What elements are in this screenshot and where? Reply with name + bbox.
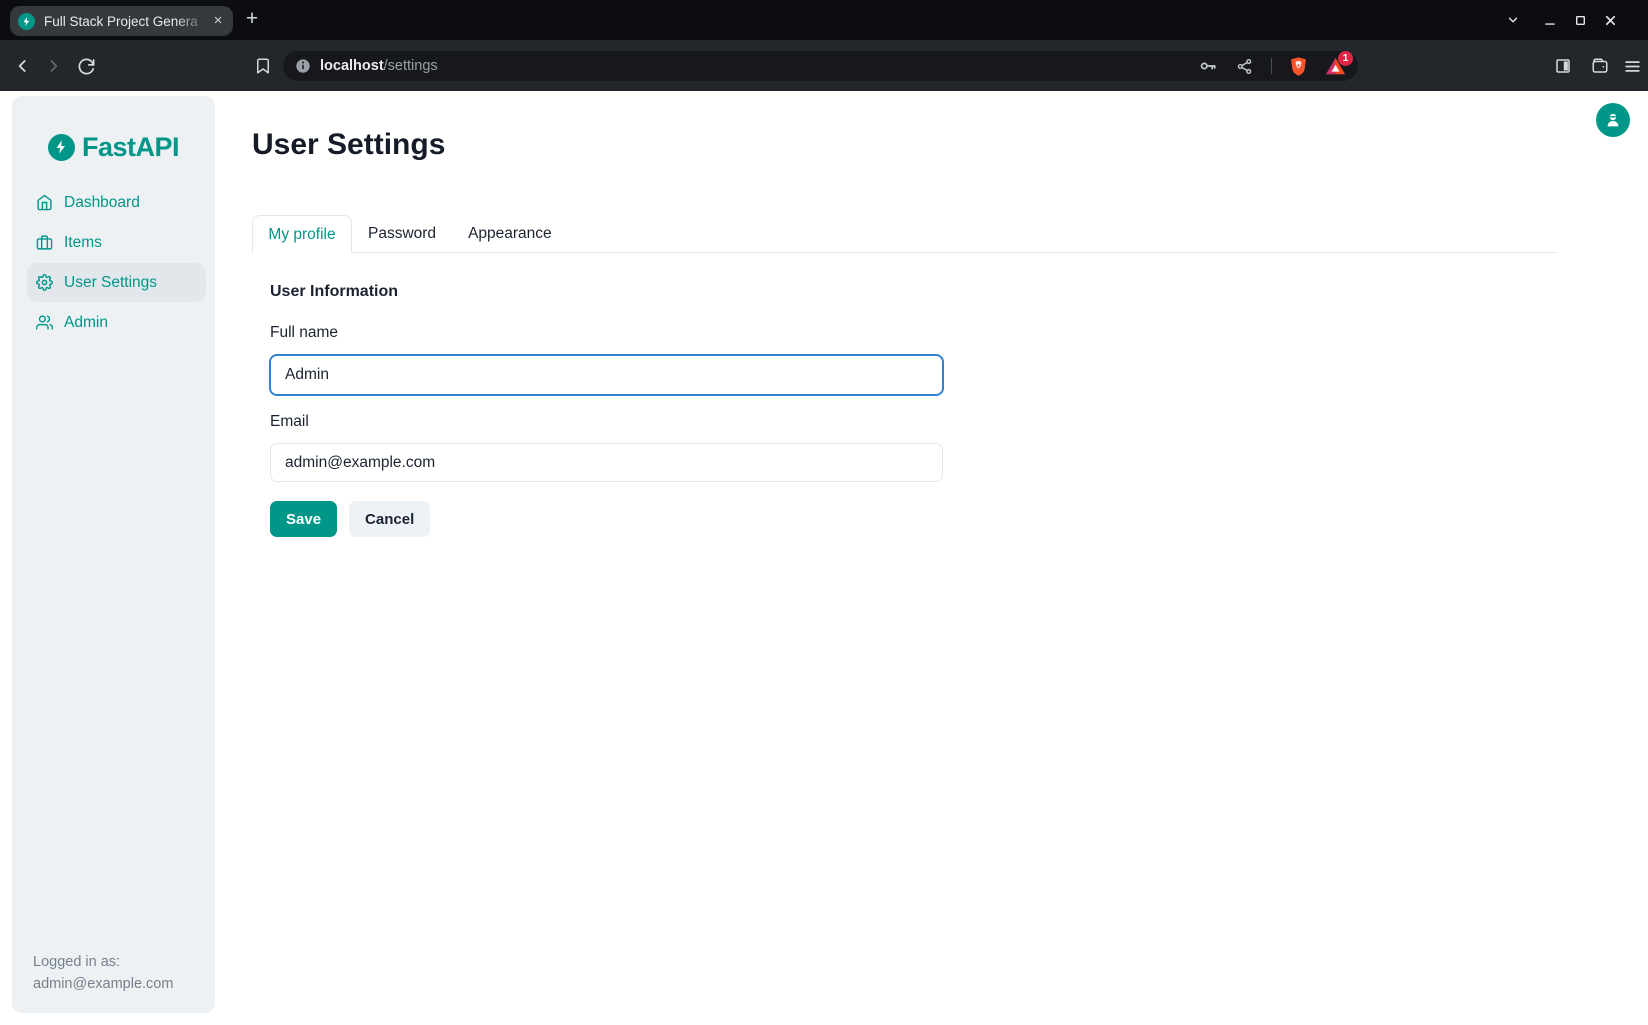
brave-rewards-icon[interactable]: 1 <box>1325 57 1346 76</box>
section-title: User Information <box>270 283 398 301</box>
wallet-icon[interactable] <box>1588 54 1612 78</box>
tab-title: Full Stack Project Genera <box>44 14 209 29</box>
page-content: FastAPI Dashboard Items User Settings <box>0 91 1648 1025</box>
briefcase-icon <box>36 234 53 251</box>
window-minimize-button[interactable] <box>1538 8 1562 32</box>
users-icon <box>36 314 53 331</box>
fastapi-logo: FastAPI <box>12 131 215 163</box>
back-button[interactable] <box>11 54 35 78</box>
sidebar: FastAPI Dashboard Items User Settings <box>12 96 215 1013</box>
tab-appearance[interactable]: Appearance <box>452 215 568 253</box>
forward-button[interactable] <box>41 54 65 78</box>
form-buttons: Save Cancel <box>270 501 430 537</box>
site-info-icon[interactable] <box>295 58 311 74</box>
url-divider <box>1271 58 1272 74</box>
logged-in-label: Logged in as: <box>33 951 173 973</box>
sidebar-item-admin[interactable]: Admin <box>27 303 206 342</box>
sidebar-toggle-icon[interactable] <box>1551 54 1575 78</box>
email-field[interactable] <box>270 443 943 482</box>
user-menu-avatar-button[interactable] <box>1596 103 1630 137</box>
browser-tabstrip: Full Stack Project Genera × + <box>0 0 1648 40</box>
menu-hamburger-icon[interactable] <box>1620 54 1644 78</box>
new-tab-button[interactable]: + <box>240 8 264 32</box>
url-host: localhost <box>320 58 384 74</box>
window-maximize-button[interactable] <box>1568 8 1592 32</box>
fastapi-logo-icon <box>48 134 75 161</box>
reload-button[interactable] <box>74 54 98 78</box>
page-title: User Settings <box>252 128 445 162</box>
full-name-field[interactable] <box>270 355 943 395</box>
settings-tabs: My profile Password Appearance <box>252 215 1556 253</box>
fastapi-favicon-icon <box>18 13 35 30</box>
brave-shield-icon[interactable] <box>1288 56 1309 77</box>
password-key-icon[interactable] <box>1198 56 1218 76</box>
sidebar-item-items[interactable]: Items <box>27 223 206 262</box>
url-bar[interactable]: localhost /settings 1 <box>283 51 1358 81</box>
sidebar-item-label: Items <box>64 234 102 252</box>
sidebar-nav: Dashboard Items User Settings Admin <box>12 183 215 342</box>
sidebar-item-label: Admin <box>64 314 108 332</box>
bookmark-icon[interactable] <box>251 54 275 78</box>
tab-password[interactable]: Password <box>352 215 452 253</box>
close-tab-icon[interactable]: × <box>209 12 227 30</box>
rewards-badge: 1 <box>1338 51 1353 66</box>
fastapi-logo-text: FastAPI <box>82 132 179 163</box>
cancel-button[interactable]: Cancel <box>349 501 430 537</box>
sidebar-item-user-settings[interactable]: User Settings <box>27 263 206 302</box>
logged-in-info: Logged in as: admin@example.com <box>33 951 173 995</box>
tab-search-chevron-icon[interactable] <box>1501 8 1525 32</box>
sidebar-item-dashboard[interactable]: Dashboard <box>27 183 206 222</box>
browser-tab[interactable]: Full Stack Project Genera × <box>10 6 233 36</box>
tab-my-profile[interactable]: My profile <box>252 215 352 253</box>
email-label: Email <box>270 413 309 431</box>
window-close-button[interactable] <box>1598 8 1622 32</box>
browser-toolbar: localhost /settings 1 <box>0 40 1648 91</box>
home-icon <box>36 194 53 211</box>
share-icon[interactable] <box>1236 58 1253 75</box>
save-button[interactable]: Save <box>270 501 337 537</box>
sidebar-item-label: User Settings <box>64 274 157 292</box>
logged-in-email: admin@example.com <box>33 973 173 995</box>
user-avatar-icon <box>1604 111 1622 129</box>
url-path: /settings <box>384 58 438 74</box>
sidebar-item-label: Dashboard <box>64 194 140 212</box>
gear-icon <box>36 274 53 291</box>
full-name-label: Full name <box>270 324 338 342</box>
